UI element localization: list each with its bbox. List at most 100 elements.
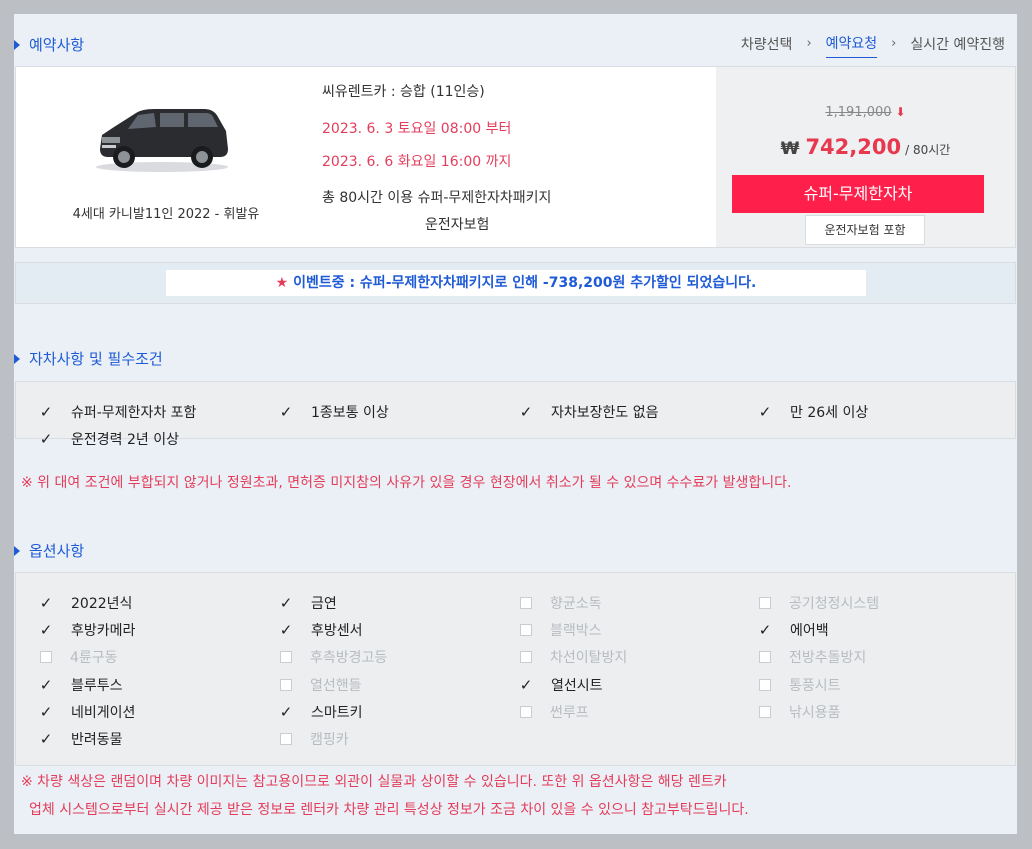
currency-symbol: ₩: [780, 139, 800, 159]
check-icon: ✓: [39, 703, 53, 721]
final-price: ₩742,200/ 80시간: [716, 135, 1015, 159]
option-label: 열선핸들: [310, 678, 362, 694]
option-label: 썬루프: [550, 705, 589, 721]
option-label: 에어백: [790, 623, 829, 639]
options-warning-line1: ※ 차량 색상은 랜덤이며 차량 이미지는 참고용이므로 외관이 실물과 상이할…: [21, 774, 727, 790]
empty-checkbox-icon: [520, 624, 532, 636]
option-label: 후측방경고등: [310, 650, 388, 666]
empty-checkbox-icon: [759, 706, 771, 718]
reservation-title-text: 예약사항: [29, 36, 85, 54]
check-icon: ✓: [39, 403, 53, 421]
reservation-panel: 예약사항 차량선택 › 예약요청 › 실시간 예약진행 4세대 카니발11인 2…: [14, 14, 1017, 834]
car-model-name: 4세대 카니발11인 2022 - 휘발유: [72, 207, 260, 222]
price-amount: 742,200: [805, 135, 902, 159]
option-item: 열선핸들: [278, 675, 362, 695]
condition-label: 1종보통 이상: [311, 405, 389, 421]
option-label: 블랙박스: [550, 623, 602, 639]
section-arrow-icon: [14, 545, 20, 556]
condition-label: 슈퍼-무제한자차 포함: [71, 405, 197, 421]
option-label: 2022년식: [71, 596, 133, 612]
option-item: ✓ 에어백: [757, 620, 829, 640]
chevron-right-icon: ›: [806, 36, 812, 51]
options-title-text: 옵션사항: [29, 542, 85, 560]
arrow-down-icon: ⬇: [895, 105, 906, 119]
condition-item: ✓ 자차보장한도 없음: [518, 402, 659, 422]
empty-checkbox-icon: [280, 733, 292, 745]
step-vehicle-select[interactable]: 차량선택: [741, 34, 793, 58]
option-item: 4륜구동: [38, 647, 118, 667]
option-item: ✓ 2022년식: [38, 593, 133, 613]
event-banner: ★ 이벤트중 : 슈퍼-무제한자차패키지로 인해 -738,200원 추가할인 …: [15, 262, 1016, 304]
options-warning-line2: 업체 시스템으로부터 실시간 제공 받은 정보로 렌터카 차량 관리 특성상 정…: [29, 802, 749, 818]
option-label: 4륜구동: [70, 650, 118, 666]
conditions-warning: ※ 위 대여 조건에 부합되지 않거나 정원초과, 면허증 미지참의 사유가 있…: [21, 475, 792, 491]
option-item: ✓ 스마트키: [278, 702, 363, 722]
check-icon: ✓: [39, 594, 53, 612]
insurance-included-button[interactable]: 운전자보험 포함: [805, 215, 925, 245]
check-icon: ✓: [279, 703, 293, 721]
options-box: ✓ 2022년식 ✓ 금연 향균소독 공기청정시스템 ✓ 후방카메라 ✓ 후방센서 블랙박스 ✓ 에어백…: [15, 572, 1016, 766]
super-unlimited-button[interactable]: 슈퍼-무제한자차: [732, 175, 984, 213]
breadcrumb: 차량선택 › 예약요청 › 실시간 예약진행: [741, 33, 1005, 58]
empty-checkbox-icon: [759, 651, 771, 663]
option-label: 차선이탈방지: [550, 650, 628, 666]
option-item: 낚시용품: [757, 702, 841, 722]
price-panel: 1,191,000 ⬇ ₩742,200/ 80시간 슈퍼-무제한자차 운전자보험…: [716, 67, 1015, 247]
option-item: 향균소독: [518, 593, 602, 613]
option-label: 스마트키: [311, 705, 363, 721]
step-realtime-progress[interactable]: 실시간 예약진행: [910, 34, 1005, 58]
empty-checkbox-icon: [40, 651, 52, 663]
section-arrow-icon: [14, 353, 20, 364]
check-icon: ✓: [758, 403, 772, 421]
condition-item: ✓ 1종보통 이상: [278, 402, 389, 422]
car-image: [96, 109, 228, 172]
option-label: 금연: [311, 596, 337, 612]
option-label: 블루투스: [71, 678, 123, 694]
option-label: 공기청정시스템: [789, 596, 880, 612]
option-item: 공기청정시스템: [757, 593, 879, 613]
condition-label: 만 26세 이상: [790, 405, 869, 421]
original-price-value: 1,191,000: [825, 105, 892, 120]
empty-checkbox-icon: [520, 651, 532, 663]
option-label: 향균소독: [550, 596, 602, 612]
empty-checkbox-icon: [759, 597, 771, 609]
reservation-summary-box: 4세대 카니발11인 2022 - 휘발유 씨유렌트카 : 승합 (11인승) …: [15, 66, 1016, 248]
step-reservation-request[interactable]: 예약요청: [825, 33, 878, 58]
reservation-section-title: 예약사항: [14, 34, 84, 55]
conditions-section-title: 자차사항 및 필수조건: [14, 348, 163, 369]
option-item: 차선이탈방지: [518, 647, 627, 667]
price-unit: / 80시간: [905, 143, 951, 157]
star-icon: ★: [275, 275, 289, 291]
original-price: 1,191,000 ⬇: [716, 105, 1015, 120]
option-label: 열선시트: [551, 678, 603, 694]
condition-label: 자차보장한도 없음: [551, 405, 659, 421]
option-item: 블랙박스: [518, 620, 602, 640]
option-label: 캠핑카: [310, 732, 349, 748]
empty-checkbox-icon: [280, 651, 292, 663]
option-label: 통풍시트: [789, 678, 841, 694]
option-item: 통풍시트: [757, 675, 841, 695]
check-icon: ✓: [39, 430, 53, 448]
start-datetime: 2023. 6. 3 토요일 08:00 부터: [322, 121, 512, 137]
empty-checkbox-icon: [280, 679, 292, 691]
option-label: 반려동물: [71, 732, 123, 748]
usage-summary: 총 80시간 이용 슈퍼-무제한자차패키지: [322, 190, 552, 206]
check-icon: ✓: [758, 621, 772, 639]
option-label: 네비게이션: [71, 705, 136, 721]
option-item: 캠핑카: [278, 729, 349, 749]
check-icon: ✓: [519, 676, 533, 694]
option-item: ✓ 금연: [278, 593, 337, 613]
check-icon: ✓: [279, 403, 293, 421]
empty-checkbox-icon: [520, 706, 532, 718]
condition-label: 운전경력 2년 이상: [71, 432, 179, 448]
option-item: ✓ 반려동물: [38, 729, 123, 749]
empty-checkbox-icon: [759, 679, 771, 691]
event-text: 이벤트중 : 슈퍼-무제한자차패키지로 인해 -738,200원 추가할인 되었…: [293, 275, 757, 291]
option-item: ✓ 후방카메라: [38, 620, 136, 640]
empty-checkbox-icon: [520, 597, 532, 609]
insurance-label: 운전자보험: [425, 217, 490, 233]
option-item: ✓ 블루투스: [38, 675, 123, 695]
option-label: 후방센서: [311, 623, 363, 639]
check-icon: ✓: [279, 621, 293, 639]
option-item: 전방추돌방지: [757, 647, 866, 667]
